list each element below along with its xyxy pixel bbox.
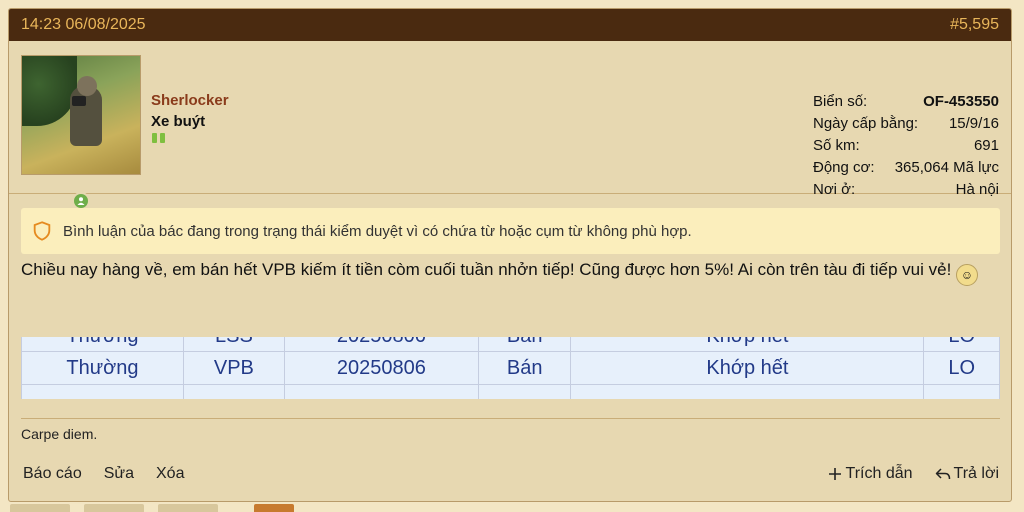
moderation-notice-text: Bình luận của bác đang trong trạng thái …: [63, 222, 692, 240]
rank-bars: [152, 133, 165, 143]
avatar[interactable]: [21, 55, 141, 175]
bottom-tabs-strip: [0, 504, 1024, 512]
table-cell: Bán: [477, 337, 572, 352]
quote-button[interactable]: Trích dẫn: [827, 465, 913, 483]
image-table: Thường LSS 20250806 Bán Khớp hết LO Thườ…: [21, 337, 1000, 399]
bottom-tab[interactable]: [84, 504, 144, 512]
signature: Carpe diem.: [21, 426, 98, 442]
post-actions-left: Báo cáo Sửa Xóa: [23, 465, 184, 483]
rank-bar: [160, 133, 165, 143]
table-cell: Khớp hết: [570, 351, 925, 385]
user-info-plate: Biển số: OF-453550: [813, 91, 999, 113]
table-cell: 20250806: [283, 351, 479, 385]
table-cell: [283, 384, 479, 399]
quote-label: Trích dẫn: [845, 465, 913, 482]
bottom-tab[interactable]: [10, 504, 70, 512]
user-info: Biển số: OF-453550 Ngày cấp bằng: 15/9/16 …: [813, 91, 999, 201]
avatar-camera: [72, 96, 86, 106]
bottom-tab-active[interactable]: [254, 504, 294, 512]
table-cell: VPB: [182, 351, 285, 385]
avatar-tree: [22, 56, 77, 126]
table-cell: Khớp hết: [570, 337, 925, 352]
table-cell: [182, 384, 285, 399]
shield-icon: [33, 221, 51, 241]
table-cell: LO: [923, 337, 1000, 352]
reply-button[interactable]: Trả lời: [935, 465, 999, 483]
info-label: Biển số:: [813, 93, 868, 110]
user-info-km: Số km: 691: [813, 135, 999, 157]
table-row: [21, 384, 1000, 399]
moderation-notice: Bình luận của bác đang trong trạng thái …: [21, 208, 1000, 254]
table-cell: [477, 384, 572, 399]
table-row: Thường LSS 20250806 Bán Khớp hết LO: [21, 337, 1000, 352]
table-cell: [21, 384, 184, 399]
table-cell: LSS: [182, 337, 285, 352]
post-header: 14:23 06/08/2025 #5,595: [9, 9, 1011, 41]
info-value: Hà nội: [955, 181, 999, 198]
username[interactable]: Sherlocker: [151, 92, 229, 109]
user-block: Sherlocker Xe buýt Biển số: OF-453550 Ngà…: [9, 41, 1011, 210]
post-message: Chiều nay hàng về, em bán hết VPB kiếm í…: [21, 256, 1011, 286]
info-value: 691: [973, 137, 999, 154]
info-label: Số km:: [813, 137, 860, 154]
post-datetime[interactable]: 14:23 06/08/2025: [21, 16, 146, 34]
table-cell: 20250806: [283, 337, 479, 352]
table-cell: [570, 384, 925, 399]
info-label: Động cơ:: [813, 159, 875, 176]
info-value: OF-453550: [923, 93, 999, 110]
post: 14:23 06/08/2025 #5,595 Sherlocker Xe bu…: [8, 8, 1012, 502]
report-link[interactable]: Báo cáo: [23, 465, 82, 483]
info-value: 15/9/16: [948, 115, 999, 132]
bottom-tab[interactable]: [158, 504, 218, 512]
table-row: Thường VPB 20250806 Bán Khớp hết LO: [21, 351, 1000, 385]
edit-link[interactable]: Sửa: [104, 465, 134, 483]
attached-image[interactable]: Thường LSS 20250806 Bán Khớp hết LO Thườ…: [21, 337, 1000, 399]
avatar-head: [77, 76, 97, 96]
post-number[interactable]: #5,595: [950, 16, 999, 34]
table-cell: Bán: [477, 351, 572, 385]
user-info-location: Nơi ở: Hà nội: [813, 179, 999, 201]
post-message-text: Chiều nay hàng về, em bán hết VPB kiếm í…: [21, 260, 952, 279]
reply-label: Trả lời: [953, 465, 999, 482]
table-cell: [923, 384, 1000, 399]
user-info-engine: Động cơ: 365,064 Mã lực: [813, 157, 999, 179]
user-info-joined: Ngày cấp bằng: 15/9/16: [813, 113, 999, 135]
info-label: Nơi ở:: [813, 181, 856, 198]
rank-bar: [152, 133, 157, 143]
post-actions-right: Trích dẫn Trả lời: [827, 465, 999, 483]
info-label: Ngày cấp bằng:: [813, 115, 919, 132]
info-value: 365,064 Mã lực: [894, 159, 999, 176]
table-cell: Thường: [21, 351, 184, 385]
delete-link[interactable]: Xóa: [156, 465, 184, 483]
emoji-icon: ☺: [956, 264, 979, 286]
signature-divider: [21, 418, 1000, 419]
table-cell: Thường: [21, 337, 184, 352]
table-cell: LO: [923, 351, 1000, 385]
plus-icon: [828, 468, 841, 480]
user-title: Xe buýt: [151, 113, 206, 130]
reply-icon: [935, 468, 950, 480]
